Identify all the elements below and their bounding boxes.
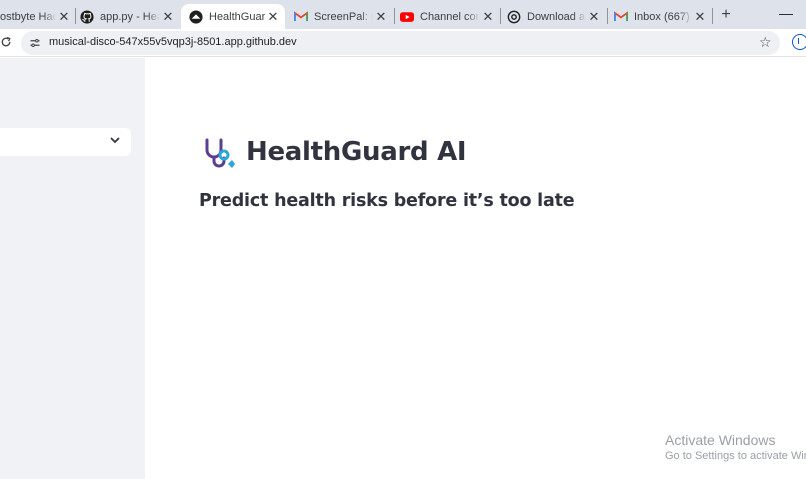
tab-title: Channel content [420, 10, 480, 23]
new-tab-button[interactable]: + [717, 6, 735, 24]
tab-strip: ostbyte Hackat ✕ app.py - Healthc ✕ Heal… [0, 0, 806, 29]
close-icon[interactable]: ✕ [265, 9, 281, 25]
windows-activation-watermark: Activate Windows Go to Settings to activ… [665, 432, 806, 462]
tab-download[interactable]: Download and ir ✕ [507, 4, 602, 29]
main-content [145, 58, 806, 479]
tab-app-py[interactable]: app.py - Healthc ✕ [80, 4, 176, 29]
sidebar [0, 58, 145, 479]
tab-channel-content[interactable]: Channel content ✕ [400, 4, 496, 29]
site-settings-icon[interactable] [29, 36, 43, 50]
chevron-down-icon [109, 133, 121, 147]
tab-separator [394, 8, 395, 24]
download-icon[interactable] [792, 34, 806, 50]
watermark-line-2: Go to Settings to activate Wind [665, 450, 806, 462]
tab-inbox[interactable]: Inbox (667) - ph ✕ [614, 4, 708, 29]
address-bar[interactable]: musical-disco-547x55v5vqp3j-8501.app.git… [21, 31, 780, 55]
tab-separator [500, 8, 501, 24]
download-site-icon [507, 10, 521, 24]
close-icon[interactable]: ✕ [160, 9, 176, 25]
tab-separator [712, 8, 713, 24]
tab-title: ScreenPal: Confir [314, 10, 373, 23]
watermark-line-1: Activate Windows [665, 432, 776, 448]
close-icon[interactable]: ✕ [56, 9, 72, 25]
stethoscope-icon [202, 138, 236, 170]
page-title: HealthGuard AI [246, 137, 467, 167]
github-icon [80, 9, 94, 24]
close-icon[interactable]: ✕ [692, 9, 708, 25]
streamlit-icon [189, 9, 203, 24]
tab-separator [75, 8, 76, 24]
tab-title: Download and ir [527, 10, 586, 23]
tab-title: Inbox (667) - ph [634, 10, 692, 23]
minimize-button[interactable]: — [777, 4, 795, 22]
bookmark-star-icon[interactable]: ☆ [759, 34, 772, 51]
tab-title: HealthGuard AI [209, 10, 265, 23]
browser-toolbar: musical-disco-547x55v5vqp3j-8501.app.git… [0, 29, 806, 57]
tab-screenpal[interactable]: ScreenPal: Confir ✕ [294, 4, 389, 29]
sidebar-select[interactable] [0, 128, 131, 156]
close-icon[interactable]: ✕ [586, 9, 602, 25]
gmail-icon [294, 10, 308, 24]
url-text[interactable]: musical-disco-547x55v5vqp3j-8501.app.git… [49, 36, 297, 48]
tab-ostbyte[interactable]: ostbyte Hackat ✕ [0, 4, 72, 29]
page-subtitle: Predict health risks before it’s too lat… [199, 191, 575, 211]
tab-separator [607, 8, 608, 24]
close-icon[interactable]: ✕ [480, 9, 496, 25]
tab-title: app.py - Healthc [100, 10, 160, 23]
youtube-icon [400, 10, 414, 24]
gmail-icon [614, 10, 628, 24]
tab-healthguard[interactable]: HealthGuard AI ✕ [181, 4, 285, 29]
close-icon[interactable]: ✕ [373, 9, 389, 25]
tab-title: ostbyte Hackat [0, 10, 56, 23]
reload-icon[interactable] [0, 34, 14, 50]
